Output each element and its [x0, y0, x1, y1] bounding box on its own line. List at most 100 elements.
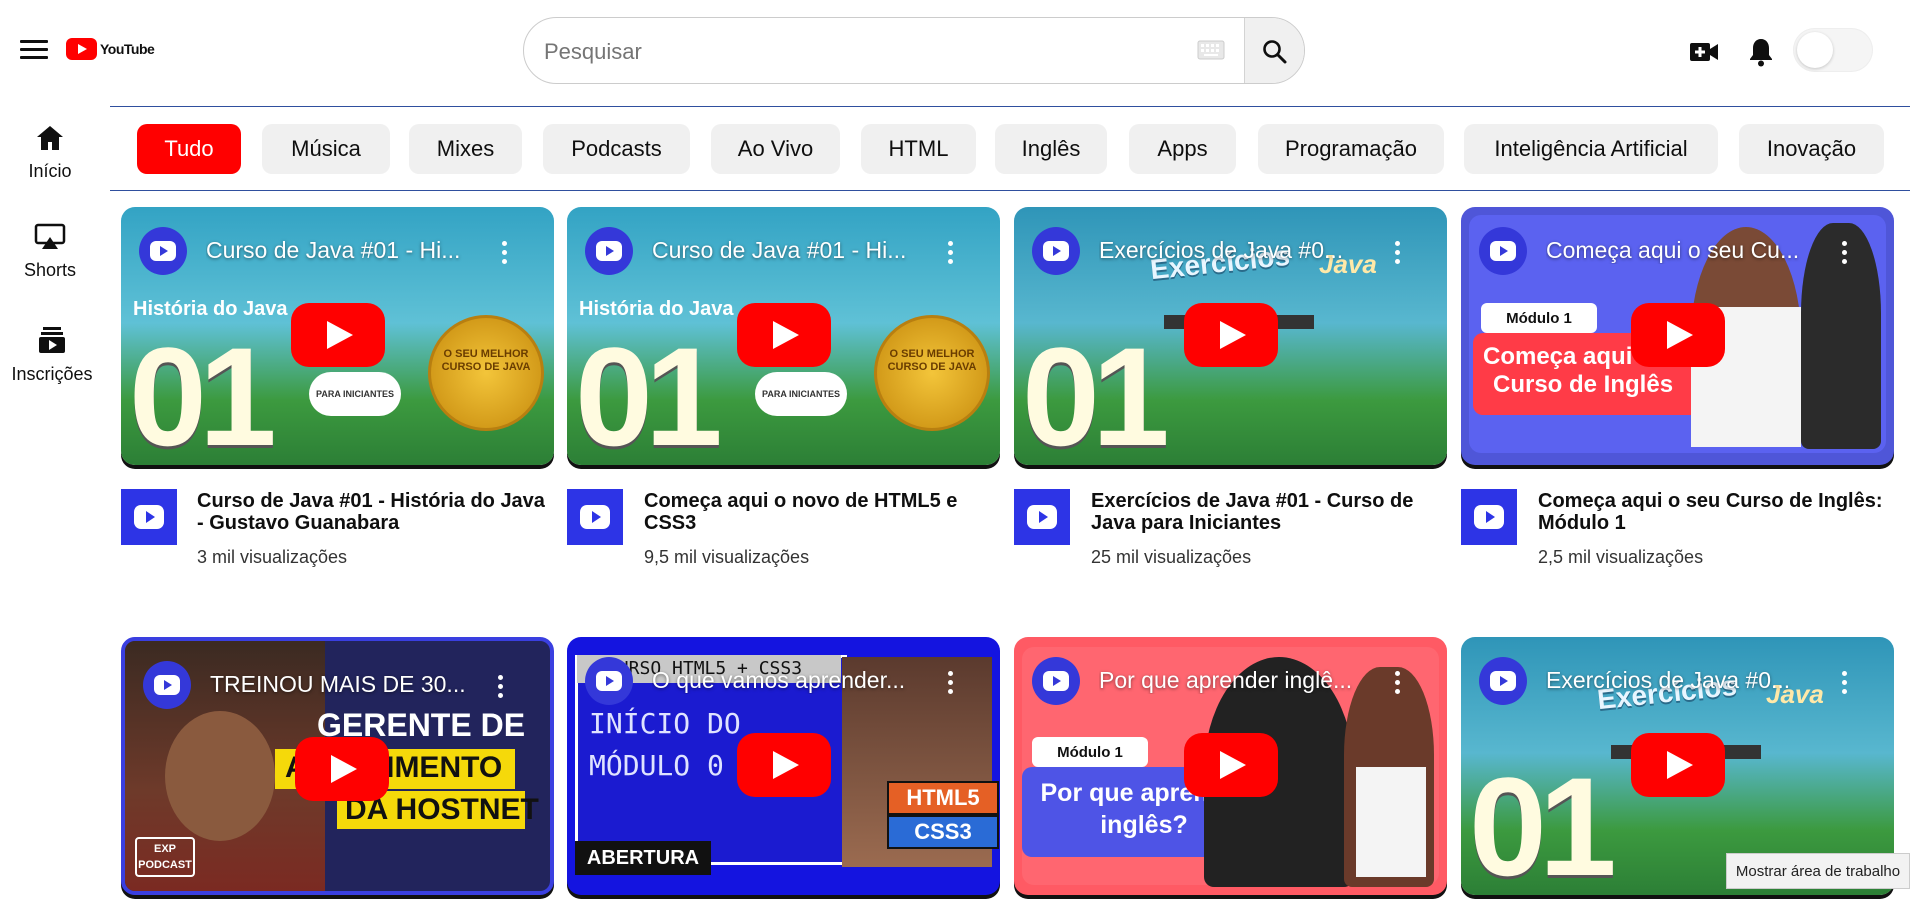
chip-ao-vivo[interactable]: Ao Vivo	[711, 124, 840, 174]
overlay-title: O que vamos aprender...	[652, 667, 906, 693]
channel-avatar[interactable]	[1461, 489, 1517, 545]
video-views: 3 mil visualizações	[197, 547, 348, 567]
channel-logo-icon	[154, 675, 180, 695]
video-title[interactable]: Começa aqui o seu Curso de Inglês: Módul…	[1538, 490, 1898, 534]
video-thumbnail[interactable]: Módulo 1 Por que aprender inglês? Por qu…	[1014, 637, 1447, 895]
channel-logo-icon	[1474, 505, 1504, 529]
play-button[interactable]	[291, 303, 385, 367]
thumb-text: Começa aqui	[1483, 343, 1633, 370]
channel-avatar[interactable]	[567, 489, 623, 545]
channel-avatar[interactable]	[1479, 657, 1527, 705]
thumb-text: HTML5	[887, 781, 999, 815]
home-icon	[37, 126, 63, 150]
sidebar-item-label: Shorts	[23, 260, 77, 280]
play-button[interactable]	[1184, 303, 1278, 367]
channel-avatar[interactable]	[585, 657, 633, 705]
video-title[interactable]: Começa aqui o novo de HTML5 e CSS3	[644, 490, 1004, 534]
play-button[interactable]	[737, 303, 831, 367]
play-button[interactable]	[1631, 733, 1725, 797]
thumb-number: 01	[575, 318, 723, 466]
chip-inteligencia-artificial[interactable]: Inteligência Artificial	[1464, 124, 1718, 174]
video-thumbnail[interactable]: História do Java 01 O SEU MELHOR CURSO D…	[121, 207, 554, 465]
sidebar-item-shorts[interactable]: Shorts	[0, 223, 100, 281]
sidebar-item-label: Inscrições	[11, 364, 93, 384]
more-options-icon[interactable]	[498, 675, 504, 698]
chip-apps[interactable]: Apps	[1129, 124, 1236, 174]
video-views: 25 mil visualizações	[1091, 547, 1252, 567]
thumb-text: O SEU MELHOR CURSO DE JAVA	[441, 348, 531, 373]
video-thumbnail[interactable]: Exercícios Java 01 Exercícios de Java #0…	[1014, 207, 1447, 465]
badge-medal: O SEU MELHOR CURSO DE JAVA	[874, 315, 990, 431]
channel-avatar[interactable]	[139, 227, 187, 275]
thumb-text: PARA INICIANTES	[309, 372, 401, 416]
channel-logo-icon	[596, 241, 622, 261]
menu-icon[interactable]	[20, 40, 48, 62]
logo-text: YouTube	[100, 41, 155, 57]
chip-podcasts[interactable]: Podcasts	[543, 124, 690, 174]
channel-avatar[interactable]	[1014, 489, 1070, 545]
more-options-icon[interactable]	[948, 241, 954, 264]
more-options-icon[interactable]	[1395, 671, 1401, 694]
video-thumbnail[interactable]: História do Java 01 O SEU MELHOR CURSO D…	[567, 207, 1000, 465]
thumb-number: 01	[129, 318, 277, 466]
chip-inovacao[interactable]: Inovação	[1739, 124, 1884, 174]
search-input[interactable]	[542, 18, 1106, 83]
youtube-logo[interactable]: YouTube	[66, 38, 155, 60]
overlay-title: TREINOU MAIS DE 30...	[210, 671, 466, 697]
top-bar: YouTube	[0, 0, 1910, 100]
toggle-knob	[1797, 32, 1833, 68]
notifications-icon[interactable]	[1745, 36, 1777, 68]
video-thumbnail[interactable]: GERENTE DE ATENDIMENTO DA HOSTNET EXP PO…	[121, 637, 554, 895]
thumb-text: Curso de Inglês	[1493, 371, 1674, 398]
video-views: 2,5 mil visualizações	[1538, 547, 1704, 567]
chip-programacao[interactable]: Programação	[1258, 124, 1444, 174]
sidebar-item-subscriptions[interactable]: Inscrições	[2, 325, 102, 385]
play-button[interactable]	[737, 733, 831, 797]
channel-avatar[interactable]	[1479, 227, 1527, 275]
more-options-icon[interactable]	[948, 671, 954, 694]
sidebar-item-home[interactable]: Início	[0, 124, 100, 182]
more-options-icon[interactable]	[1395, 241, 1401, 264]
search-icon	[1262, 39, 1286, 63]
channel-logo-icon	[150, 241, 176, 261]
channel-avatar[interactable]	[143, 661, 191, 709]
chip-mixes[interactable]: Mixes	[409, 124, 522, 174]
video-thumbnail[interactable]: CURSO HTML5 + CSS3 INÍCIO DO MÓDULO 0 AB…	[567, 637, 1000, 895]
play-button[interactable]	[1184, 733, 1278, 797]
youtube-logo-icon	[66, 38, 97, 60]
channel-avatar[interactable]	[585, 227, 633, 275]
video-thumbnail[interactable]: Módulo 1 Começa aqui Curso de Inglês Com…	[1461, 207, 1894, 465]
overlay-title: Curso de Java #01 - Hi...	[652, 237, 907, 263]
video-views: 9,5 mil visualizações	[644, 547, 810, 567]
play-button[interactable]	[1631, 303, 1725, 367]
create-video-icon[interactable]	[1688, 36, 1720, 68]
show-desktop-tooltip: Mostrar área de trabalho	[1726, 853, 1910, 889]
play-button[interactable]	[295, 737, 389, 801]
search-box	[523, 17, 1305, 84]
more-options-icon[interactable]	[502, 241, 508, 264]
chip-ingles[interactable]: Inglês	[995, 124, 1107, 174]
more-options-icon[interactable]	[1842, 241, 1848, 264]
more-options-icon[interactable]	[1842, 671, 1848, 694]
thumb-text: EXP PODCAST	[135, 837, 195, 877]
theme-toggle[interactable]	[1793, 28, 1873, 72]
channel-logo-icon	[1027, 505, 1057, 529]
chip-html[interactable]: HTML	[861, 124, 976, 174]
channel-avatar[interactable]	[1032, 227, 1080, 275]
video-title[interactable]: Exercícios de Java #01 - Curso de Java p…	[1091, 490, 1451, 534]
thumb-text: PARA INICIANTES	[755, 372, 847, 416]
channel-avatar[interactable]	[121, 489, 177, 545]
channel-logo-icon	[1490, 671, 1516, 691]
overlay-title: Começa aqui o seu Cu...	[1546, 237, 1800, 263]
thumb-number: 01	[1469, 748, 1617, 896]
chip-tudo[interactable]: Tudo	[137, 124, 241, 174]
channel-avatar[interactable]	[1032, 657, 1080, 705]
thumb-number: 01	[1022, 318, 1170, 466]
video-title[interactable]: Curso de Java #01 - História do Java - G…	[197, 490, 557, 534]
search-button[interactable]	[1244, 18, 1304, 83]
chip-musica[interactable]: Música	[262, 124, 390, 174]
channel-logo-icon	[1490, 241, 1516, 261]
keyboard-icon[interactable]	[1197, 40, 1225, 60]
overlay-title: Curso de Java #01 - Hi...	[206, 237, 461, 263]
thumb-text: O SEU MELHOR CURSO DE JAVA	[887, 348, 977, 373]
